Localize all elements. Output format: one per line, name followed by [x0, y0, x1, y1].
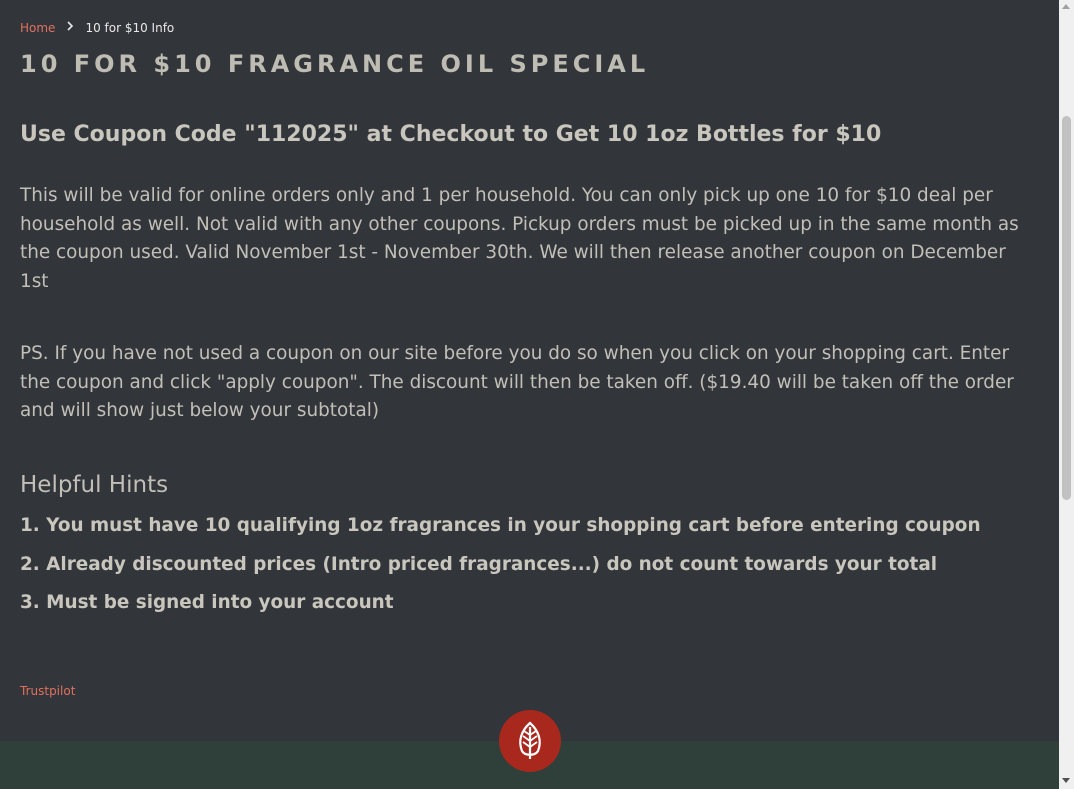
page-title: 10 FOR $10 FRAGRANCE OIL SPECIAL	[20, 50, 650, 78]
leaf-logo-icon[interactable]	[499, 710, 561, 772]
coupon-instructions-paragraph: PS. If you have not used a coupon on our…	[20, 343, 1014, 421]
coupon-heading: Use Coupon Code "112025" at Checkout to …	[20, 122, 882, 147]
trustpilot-link[interactable]: Trustpilot	[20, 684, 75, 698]
breadcrumb-home-link[interactable]: Home	[20, 21, 55, 35]
coupon-terms-paragraph: This will be valid for online orders onl…	[20, 185, 1019, 292]
vertical-scrollbar[interactable]	[1059, 0, 1074, 789]
scroll-down-arrow-icon[interactable]	[1062, 778, 1070, 783]
hint-item: 1. You must have 10 qualifying 1oz fragr…	[20, 515, 981, 536]
hint-item: 2. Already discounted prices (Intro pric…	[20, 554, 938, 575]
hint-item: 3. Must be signed into your account	[20, 592, 394, 613]
chevron-right-icon	[63, 20, 77, 35]
breadcrumb-current: 10 for $10 Info	[85, 20, 175, 35]
page: Home 10 for $10 Info 10 FOR $10 FRAGRANC…	[0, 0, 1074, 789]
scrollbar-thumb[interactable]	[1062, 116, 1071, 500]
helpful-hints-heading: Helpful Hints	[20, 472, 169, 498]
scroll-up-arrow-icon[interactable]	[1062, 4, 1070, 9]
breadcrumb: Home 10 for $10 Info	[20, 20, 174, 35]
